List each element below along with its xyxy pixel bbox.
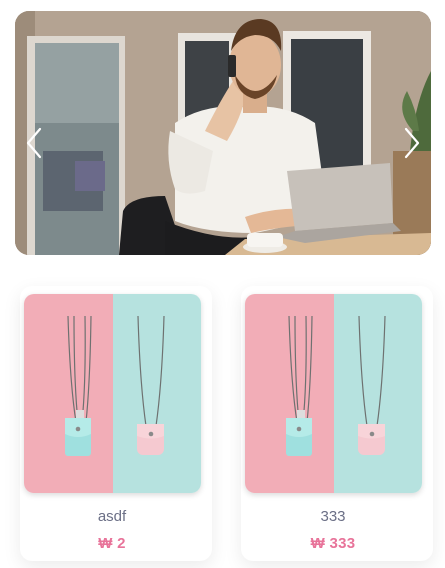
carousel-next-button[interactable] [399,123,425,163]
carousel-prev-button[interactable] [21,123,47,163]
product-card[interactable]: 333 ₩ 333 [241,286,433,561]
product-card[interactable]: asdf ₩ 2 [20,286,212,561]
product-price: ₩ 2 [20,535,204,552]
chevron-left-icon [26,127,42,159]
currency-symbol: ₩ [98,535,113,552]
product-image[interactable] [24,294,201,493]
chevron-right-icon [404,127,420,159]
product-price: ₩ 333 [241,535,425,552]
price-value: 333 [329,535,356,552]
hero-image [15,11,431,255]
product-image[interactable] [245,294,422,493]
price-value: 2 [117,535,126,552]
product-name[interactable]: asdf [20,508,204,525]
hero-carousel[interactable] [15,11,431,255]
product-name[interactable]: 333 [241,508,425,525]
currency-symbol: ₩ [310,535,326,552]
